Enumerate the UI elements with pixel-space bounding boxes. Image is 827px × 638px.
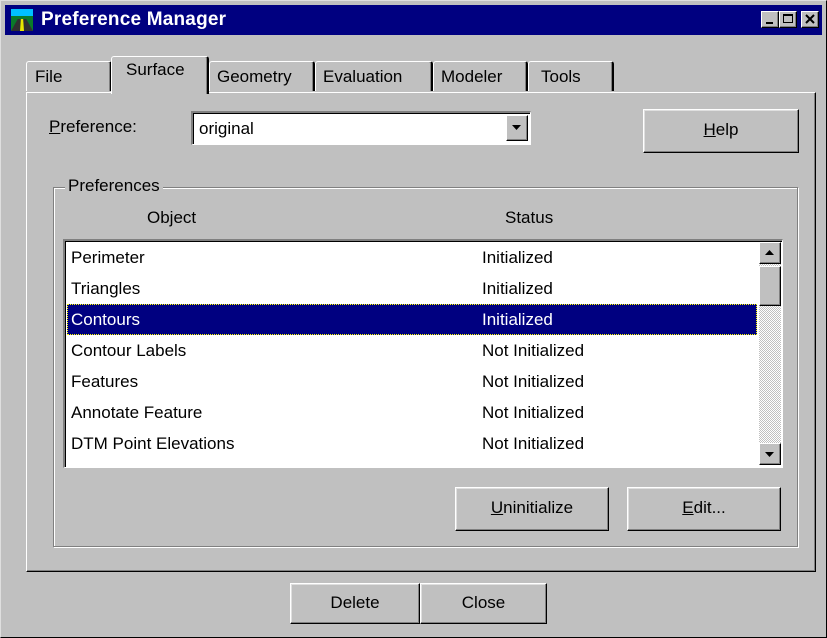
tab-tools[interactable]: Tools xyxy=(528,61,614,91)
object-cell: DTM Point Elevations xyxy=(71,434,235,453)
close-window-button[interactable] xyxy=(801,11,819,28)
close-button[interactable]: Close xyxy=(420,583,547,624)
label-text: reference: xyxy=(60,117,137,136)
object-cell: Contours xyxy=(71,310,140,329)
column-header-status: Status xyxy=(505,208,554,227)
tab-modeler[interactable]: Modeler xyxy=(433,61,528,91)
button-label: dit... xyxy=(693,498,726,517)
uninitialize-button[interactable]: Uninitialize xyxy=(455,487,609,531)
object-cell: Annotate Feature xyxy=(71,403,203,422)
preference-manager-window: Preference Manager File Surface Geometry… xyxy=(0,0,827,638)
list-item[interactable]: Perimeter Initialized xyxy=(67,242,757,273)
maximize-icon xyxy=(783,14,793,23)
edit-button[interactable]: Edit... xyxy=(627,487,781,531)
button-label: ninitialize xyxy=(503,498,574,517)
tab-label: Geometry xyxy=(217,67,292,86)
preferences-list[interactable]: Perimeter Initialized Triangles Initialize… xyxy=(63,239,783,468)
status-cell: Initialized xyxy=(482,310,553,329)
scroll-down-button[interactable] xyxy=(759,443,781,465)
delete-button[interactable]: Delete xyxy=(290,583,420,624)
preferences-group-title: Preferences xyxy=(65,176,163,196)
object-cell: Contour Labels xyxy=(71,341,187,360)
tab-file[interactable]: File xyxy=(26,61,112,91)
object-cell: Perimeter xyxy=(71,248,145,267)
status-cell: Not Initialized xyxy=(482,341,585,360)
tab-surface[interactable]: Surface xyxy=(111,56,209,94)
accel-letter: U xyxy=(490,498,504,517)
accel-letter: P xyxy=(49,117,61,136)
accel-letter: E xyxy=(682,498,694,517)
help-button[interactable]: Help xyxy=(643,109,799,153)
column-header-object: Object xyxy=(147,208,197,227)
status-cell: Not Initialized xyxy=(482,372,585,391)
status-cell: Not Initialized xyxy=(482,403,585,422)
scroll-up-button[interactable] xyxy=(759,242,781,264)
preference-value: original xyxy=(199,119,254,138)
arrow-down-icon xyxy=(765,452,774,457)
object-cell: Triangles xyxy=(71,279,141,298)
list-item[interactable]: Annotate Feature Not Initialized xyxy=(67,397,757,428)
close-icon xyxy=(805,14,815,24)
preference-label: Preference: xyxy=(49,117,137,137)
object-cell: Features xyxy=(71,372,139,391)
accel-letter: H xyxy=(703,120,716,139)
tab-label: Surface xyxy=(126,60,185,79)
minimize-icon xyxy=(766,22,773,24)
list-item[interactable]: DTM Point Elevations Not Initialized xyxy=(67,428,757,459)
button-label: elp xyxy=(715,120,739,139)
status-cell: Initialized xyxy=(482,248,553,267)
tab-label: Evaluation xyxy=(323,67,403,86)
title-bar[interactable]: Preference Manager xyxy=(5,5,822,35)
arrow-up-icon xyxy=(765,250,774,255)
list-item[interactable]: Triangles Initialized xyxy=(67,273,757,304)
list-item[interactable]: Contour Labels Not Initialized xyxy=(67,335,757,366)
tab-label: File xyxy=(35,67,63,86)
tab-evaluation[interactable]: Evaluation xyxy=(315,61,433,91)
preference-combobox[interactable]: original xyxy=(191,111,531,145)
list-item[interactable]: Features Not Initialized xyxy=(67,366,757,397)
tab-label: Modeler xyxy=(441,67,503,86)
chevron-down-icon xyxy=(512,125,521,130)
list-scrollbar[interactable] xyxy=(759,242,781,465)
tab-label: Tools xyxy=(541,67,581,86)
minimize-button[interactable] xyxy=(761,11,779,28)
status-cell: Initialized xyxy=(482,279,553,298)
tab-geometry[interactable]: Geometry xyxy=(209,61,315,91)
window-title: Preference Manager xyxy=(41,9,227,30)
maximize-button[interactable] xyxy=(779,11,797,28)
scroll-thumb[interactable] xyxy=(759,266,781,306)
status-cell: Not Initialized xyxy=(482,434,585,453)
preference-dropdown-button[interactable] xyxy=(506,115,528,141)
road-map-icon xyxy=(11,9,33,31)
list-item-selected[interactable]: Contours Initialized xyxy=(67,304,757,335)
